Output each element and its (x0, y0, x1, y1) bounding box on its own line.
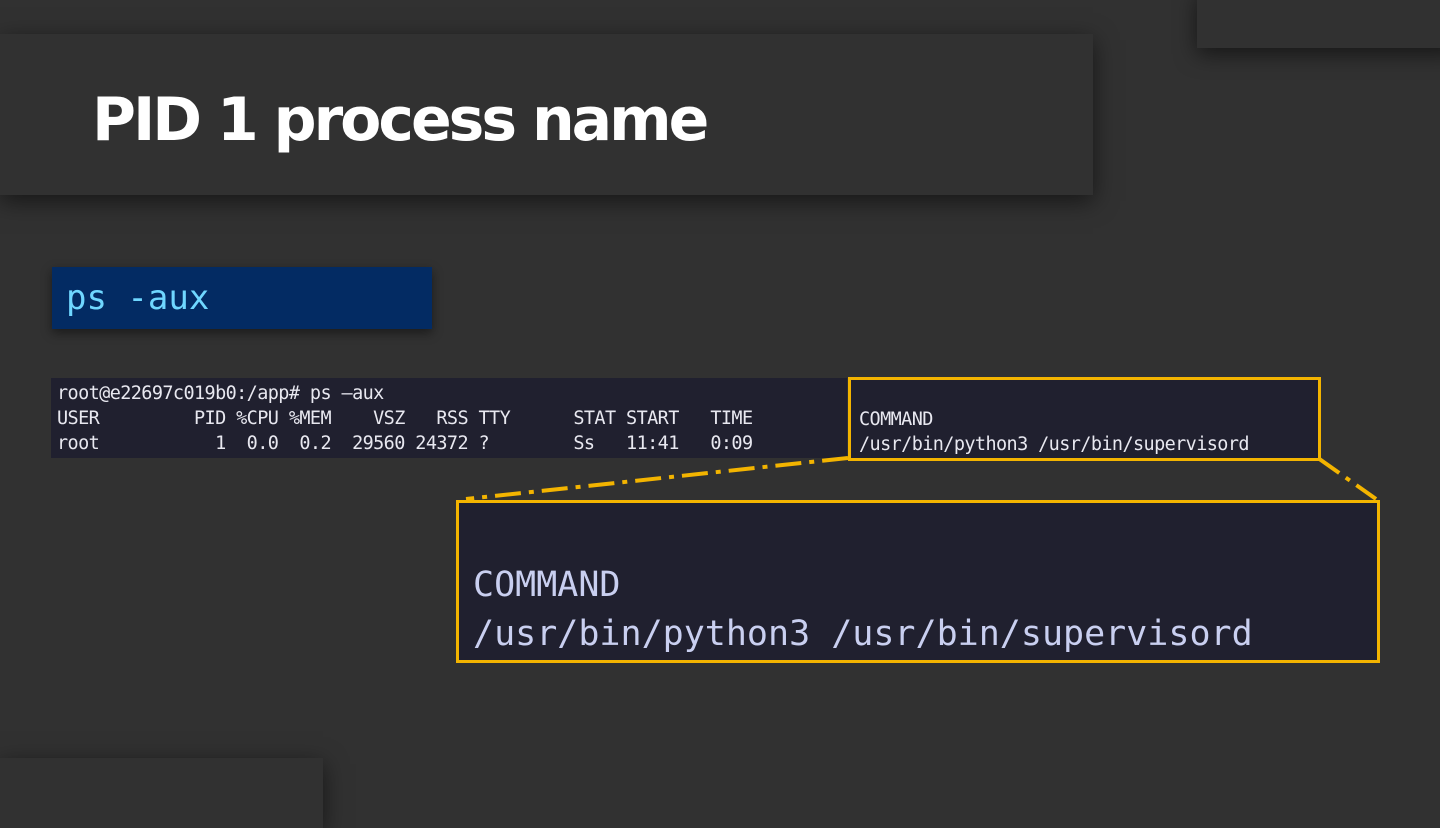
zoomed-command-panel: COMMAND /usr/bin/python3 /usr/bin/superv… (456, 500, 1380, 663)
connector-line-right (1316, 456, 1378, 501)
connector-line-left (465, 456, 849, 501)
zoomed-command-value: /usr/bin/python3 /usr/bin/supervisord (473, 614, 1253, 654)
zoomed-command-header: COMMAND (473, 565, 621, 605)
zoom-connector-lines (465, 456, 1378, 501)
